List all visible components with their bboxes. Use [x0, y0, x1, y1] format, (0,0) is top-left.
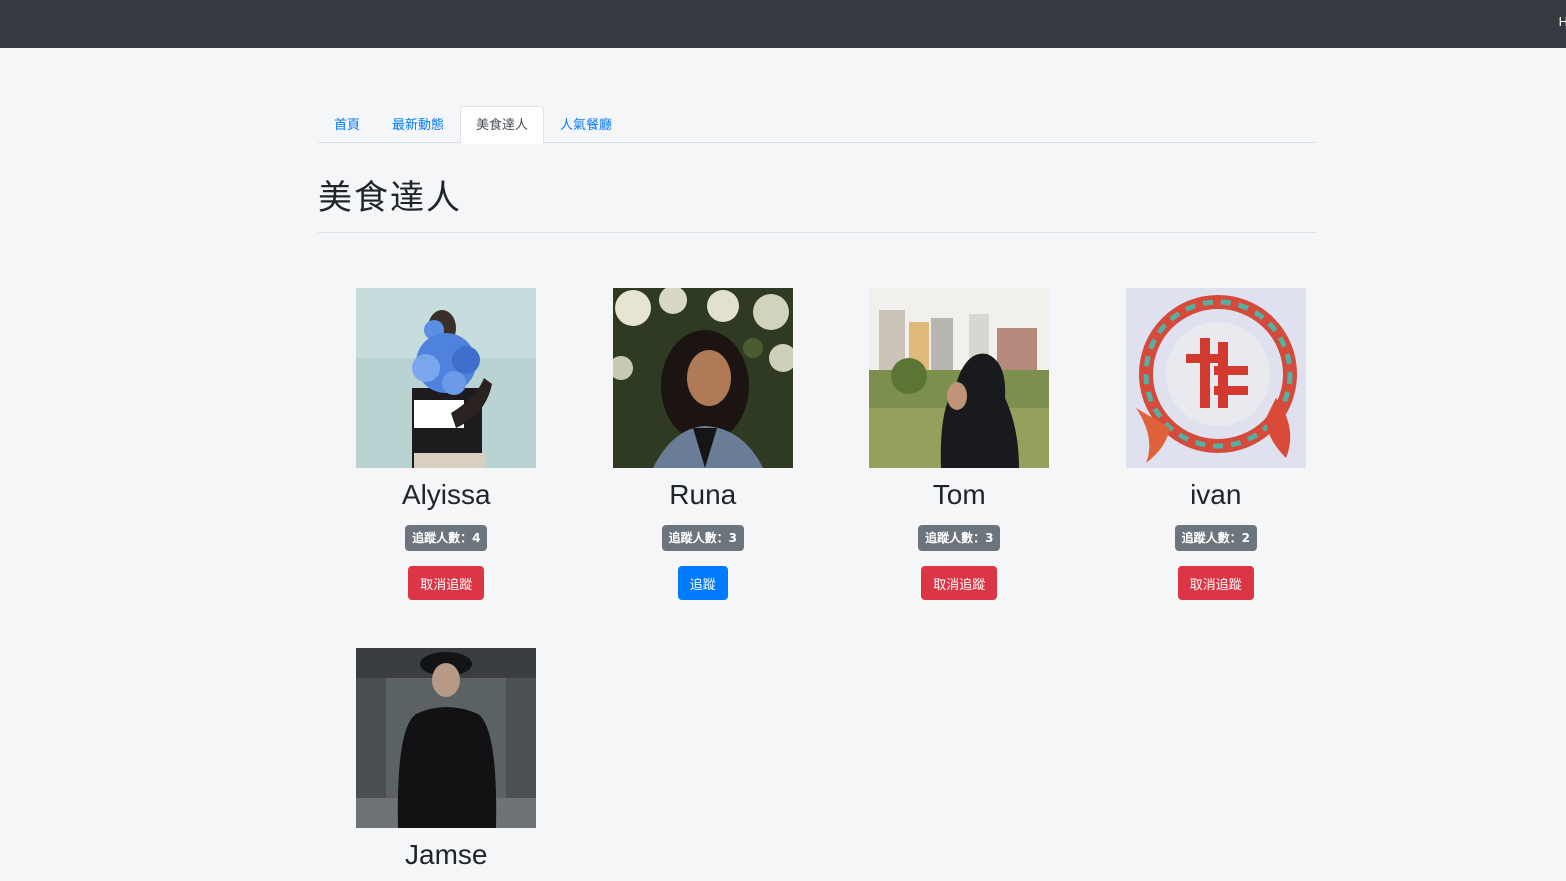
followers-badge: 追蹤人數：3 [918, 525, 1001, 551]
red-dragon-sign-photo[interactable] [1125, 288, 1306, 468]
expert-card: Tom 追蹤人數：3 取消追蹤 [831, 288, 1088, 600]
tab-food-experts[interactable]: 美食達人 [460, 106, 545, 144]
tab-popular-restaurants[interactable]: 人氣餐廳 [544, 106, 628, 143]
followers-badge: 追蹤人數：2 [1174, 525, 1257, 551]
expert-card: ivan 追蹤人數：2 取消追蹤 [1088, 288, 1345, 600]
top-navbar: H [0, 0, 1566, 48]
expert-name: Jamse [405, 839, 488, 870]
unfollow-button[interactable]: 取消追蹤 [408, 566, 485, 600]
tab-latest-news[interactable]: 最新動態 [376, 106, 460, 143]
unfollow-button[interactable]: 取消追蹤 [1177, 566, 1254, 600]
followers-badge: 追蹤人數：3 [661, 525, 744, 551]
page-title: 美食達人 [318, 176, 1317, 233]
tab-home[interactable]: 首頁 [318, 106, 376, 143]
expert-card: Alyissa 追蹤人數：4 取消追蹤 [318, 288, 575, 600]
followers-badge: 追蹤人數：4 [405, 525, 488, 551]
man-in-hood-field-photo[interactable] [869, 288, 1050, 468]
woman-with-blue-flowers-photo[interactable] [356, 288, 537, 468]
follow-button[interactable]: 追蹤 [677, 566, 728, 600]
expert-card: Runa 追蹤人數：3 追蹤 [575, 288, 832, 600]
unfollow-button[interactable]: 取消追蹤 [921, 566, 998, 600]
nav-tabs: 首頁 最新動態 美食達人 人氣餐廳 [318, 106, 1317, 144]
man-in-black-street-photo[interactable] [356, 648, 537, 828]
expert-name: Alyissa [401, 479, 491, 510]
expert-name: Tom [932, 479, 986, 510]
expert-name: ivan [1190, 479, 1242, 510]
expert-card: Jamse [318, 648, 575, 872]
main-container: 首頁 最新動態 美食達人 人氣餐廳 美食達人 Alyissa 追蹤人數：4 取消… [318, 106, 1317, 870]
experts-grid: Alyissa 追蹤人數：4 取消追蹤 Runa 追蹤人數：3 追蹤 Tom 追… [318, 288, 1317, 872]
navbar-edge-text[interactable]: H [1559, 14, 1566, 29]
woman-among-flowering-tree-photo[interactable] [612, 288, 793, 468]
expert-name: Runa [669, 479, 737, 510]
